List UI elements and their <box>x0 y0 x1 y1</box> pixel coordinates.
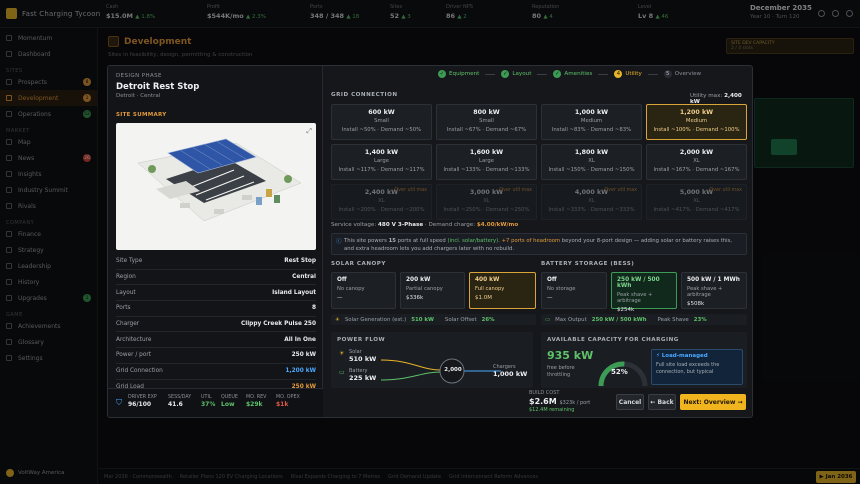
section-battery: BATTERY STORAGE (BESS) <box>541 261 635 267</box>
grid-option-disabled: Over util max 4,000 kW XL Install ~333% · D… <box>541 184 642 220</box>
battery-source-icon: ▭ <box>339 369 345 376</box>
capacity-label: AVAILABLE CAPACITY FOR CHARGING <box>547 337 679 343</box>
capacity-sub1: free before <box>547 365 575 371</box>
pf-grid-value: 2,000 <box>444 367 462 373</box>
site-specs: Site Type Rest Stop Region Central Layout I… <box>116 254 316 396</box>
metric-mo-rev: MO. REV $29k <box>246 395 267 408</box>
spec-row: Charger Clippy Creek Pulse 250 <box>116 317 316 333</box>
cancel-button[interactable]: Cancel <box>616 394 644 410</box>
grid-connection-options: 600 kW Small Install ~50% · Demand ~50% 80… <box>331 104 747 221</box>
design-modal: DESIGN PHASE Detroit Rest Stop Detroit ·… <box>107 65 753 418</box>
solar-option-selected[interactable]: 400 kW Full canopy $1.0M <box>469 272 536 309</box>
power-flow-lines <box>381 358 501 384</box>
grid-option[interactable]: 800 kW Small Install ~67% · Demand ~67% <box>436 104 537 140</box>
grid-option[interactable]: 1,000 kW Medium Install ~83% · Demand ~83% <box>541 104 642 140</box>
site-name: Detroit Rest Stop <box>116 82 200 92</box>
grid-option[interactable]: 1,400 kW Large Install ~117% · Demand ~117… <box>331 144 432 180</box>
step-equipment[interactable]: ✓ Equipment <box>438 70 479 78</box>
phase-label: DESIGN PHASE <box>116 73 162 79</box>
step-layout[interactable]: ✓ Layout <box>501 70 531 78</box>
battery-option-selected[interactable]: 250 kW / 500 kWh Peak shave + arbitrage $2… <box>611 272 677 313</box>
grid-option[interactable]: 2,000 kW XL Install ~167% · Demand ~167% <box>646 144 747 180</box>
service-voltage: Service voltage: 480 V 3-Phase · Demand … <box>331 222 519 228</box>
step-number-icon: 5 <box>663 70 672 78</box>
metric-sess-day: SESS/DAY 41.6 <box>168 395 192 408</box>
site-summary-label: SITE SUMMARY <box>116 112 167 118</box>
site-location: Detroit · Central <box>116 93 161 99</box>
section-grid-connection: GRID CONNECTION <box>331 92 398 98</box>
spec-row: Power / port 250 kW <box>116 348 316 364</box>
step-number-icon: 4 <box>614 70 623 78</box>
battery-stats: ▭ Max Output 250 kW / 500 kWh Peak Shave 23% <box>541 314 747 325</box>
spec-row: Architecture All In One <box>116 332 316 349</box>
capacity-value: 935 kW <box>547 349 594 362</box>
shield-icon: ⛉ <box>116 398 122 407</box>
spec-row: Grid Connection 1,200 kW <box>116 364 316 380</box>
solar-source-icon: ☀ <box>339 350 345 357</box>
grid-option-disabled: Over util max 5,000 kW XL Install ~417% · D… <box>646 184 747 220</box>
expand-icon[interactable]: ⤢ <box>306 127 312 136</box>
info-icon: ⚡ <box>656 353 660 359</box>
app-root: Fast Charging Tycoon Cash $15.0M ▲ 1.8% P… <box>0 0 860 484</box>
grid-option-disabled: Over util max 3,000 kW XL Install ~250% · D… <box>436 184 537 220</box>
solar-option[interactable]: Off No canopy — <box>331 272 396 309</box>
wizard-steps: ✓ Equipment ✓ Layout ✓ Amenities 4 Utility 5… <box>438 70 701 78</box>
metric-mo-opex: MO. OPEX $1k <box>276 395 300 408</box>
step-amenities[interactable]: ✓ Amenities <box>553 70 592 78</box>
grid-option-disabled: Over util max 2,400 kW XL Install ~200% · D… <box>331 184 432 220</box>
check-icon: ✓ <box>438 70 446 78</box>
spec-row: Site Type Rest Stop <box>116 254 316 270</box>
pf-chargers-value: 1,000 kW <box>493 370 528 378</box>
build-cost: BUILD COST $2.6M $323k / port $12.4M rem… <box>529 390 591 413</box>
step-overview[interactable]: 5 Overview <box>663 70 701 78</box>
sun-icon: ☀ <box>335 316 340 323</box>
solar-stats: ☀ Solar Generation (est.) 510 kW Solar Offs… <box>331 314 536 325</box>
grid-option[interactable]: 1,600 kW Large Install ~133% · Demand ~133… <box>436 144 537 180</box>
grid-option-selected[interactable]: 1,200 kW Medium Install ~100% · Demand ~10… <box>646 104 747 140</box>
spec-row: Layout Island Layout <box>116 285 316 302</box>
step-utility[interactable]: 4 Utility <box>614 70 642 78</box>
capacity-panel: AVAILABLE CAPACITY FOR CHARGING 935 kW f… <box>541 332 747 388</box>
battery-option[interactable]: Off No storage — <box>541 272 607 309</box>
station-illustration <box>137 138 302 222</box>
power-flow-panel: POWER FLOW ☀ Solar 510 kW ▭ Battery 225 … <box>331 332 533 388</box>
pf-solar-value: 510 kW <box>349 355 377 363</box>
site-render-image: ⤢ <box>116 123 316 250</box>
site-metrics-footer: ⛉ DRIVER EXP 96/100 SESS/DAY 41.6 UTIL 37% … <box>108 388 323 417</box>
info-icon: ⓘ <box>336 239 342 245</box>
section-solar-canopy: SOLAR CANOPY <box>331 261 386 267</box>
capacity-note: ⓘ This site powers 15 ports at full spee… <box>331 233 747 255</box>
metric-util: UTIL 37% <box>201 395 216 408</box>
pf-battery-value: 225 kW <box>349 374 377 382</box>
grid-option[interactable]: 1,800 kW XL Install ~150% · Demand ~150% <box>541 144 642 180</box>
metric-queue: QUEUE Low <box>221 395 238 408</box>
battery-option[interactable]: 500 kW / 1 MWh Peak shave + arbitrage $508… <box>681 272 747 309</box>
check-icon: ✓ <box>501 70 510 78</box>
spec-row: Region Central <box>116 270 316 286</box>
site-summary-panel: DESIGN PHASE Detroit Rest Stop Detroit ·… <box>108 66 323 417</box>
solar-option[interactable]: 200 kW Partial canopy $336k <box>400 272 465 309</box>
metric-driver-exp: DRIVER EXP 96/100 <box>128 395 157 408</box>
battery-icon: ▭ <box>545 316 551 323</box>
capacity-percent: 52% <box>611 368 628 376</box>
spec-row: Ports 8 <box>116 301 316 317</box>
power-flow-label: POWER FLOW <box>337 337 386 343</box>
grid-option[interactable]: 600 kW Small Install ~50% · Demand ~50% <box>331 104 432 140</box>
back-button[interactable]: ← Back <box>648 394 676 410</box>
load-managed-callout: ⚡ Load-managed Full site load exceeds th… <box>651 349 743 385</box>
next-overview-button[interactable]: Next: Overview → <box>680 394 746 410</box>
capacity-sub2: throttling <box>547 372 571 378</box>
check-icon: ✓ <box>553 70 562 78</box>
